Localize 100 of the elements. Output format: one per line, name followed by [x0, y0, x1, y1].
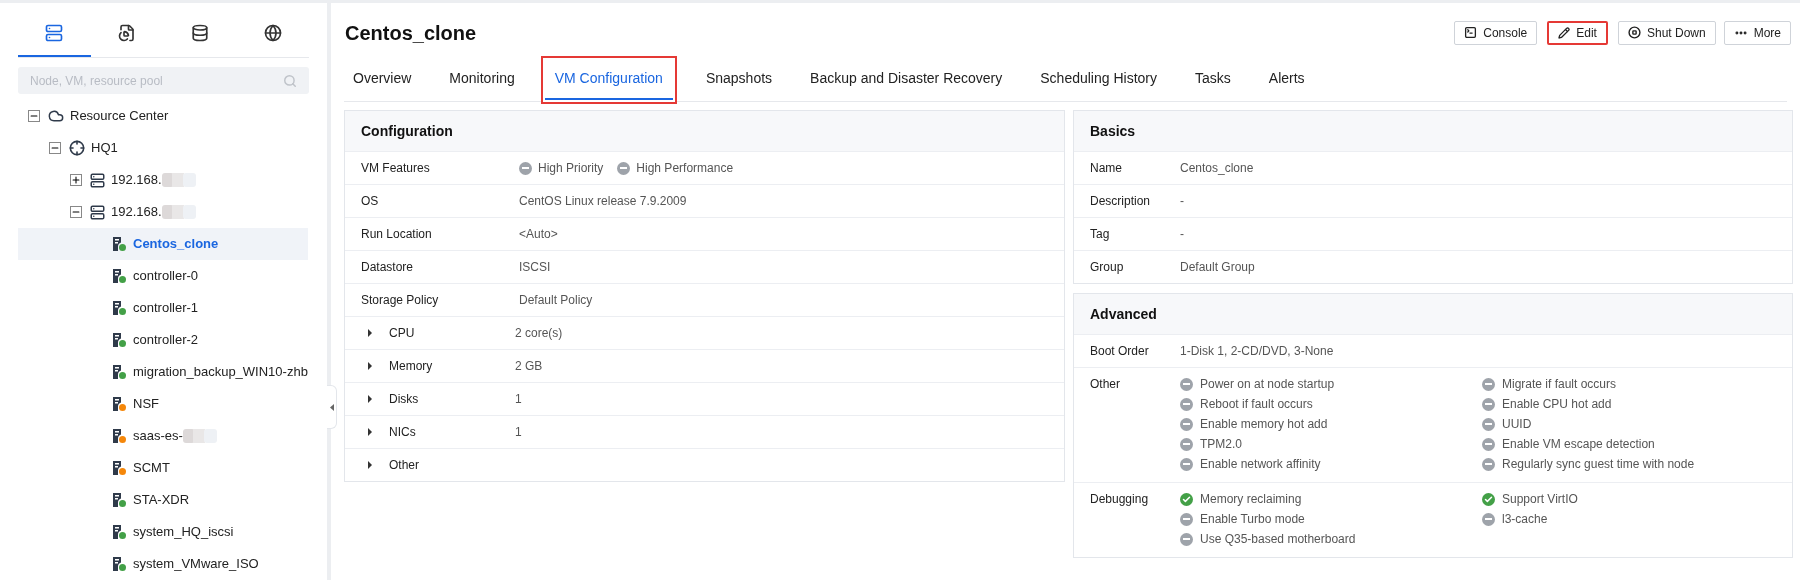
collapse-toggle[interactable]: [70, 206, 82, 218]
vm-icon: [111, 236, 127, 252]
vm-icon: [111, 332, 127, 348]
field-value: 1: [515, 391, 522, 408]
tab[interactable]: Backup and Disaster Recovery: [802, 59, 1011, 100]
action-button[interactable]: Console: [1454, 20, 1538, 45]
tree-item[interactable]: STA-XDR: [18, 484, 308, 516]
tree-label: Resource Center: [70, 107, 169, 126]
tree-item[interactable]: saas-es-: [18, 420, 308, 452]
expandable-row[interactable]: Memory 2 GB: [345, 349, 1064, 382]
tree-item[interactable]: system_VMware_ISO: [18, 548, 308, 580]
tree-item[interactable]: HQ1: [18, 132, 308, 164]
tab[interactable]: Overview: [345, 59, 420, 100]
option-label: TPM2.0: [1200, 436, 1242, 453]
expand-toggle[interactable]: [70, 174, 82, 186]
document-icon: [118, 24, 137, 42]
tree-label: controller-0: [133, 267, 199, 286]
field-label: Datastore: [361, 259, 415, 276]
field-value: Centos_clone: [1180, 160, 1254, 177]
tab[interactable]: Alerts: [1260, 59, 1313, 100]
field-label: Disks: [389, 391, 419, 408]
tree-item[interactable]: controller-2: [18, 324, 308, 356]
tree-item[interactable]: 192.168.: [18, 164, 308, 196]
tree-item[interactable]: system_HQ_iscsi: [18, 516, 308, 548]
feature-label: High Performance: [636, 160, 734, 177]
field-value: -: [1180, 193, 1184, 210]
field-label: OS: [361, 193, 380, 210]
tree-label: STA-XDR: [133, 491, 190, 510]
expandable-row[interactable]: Other: [345, 448, 1064, 481]
caret-left-icon: [329, 403, 334, 411]
tree-item[interactable]: Centos_clone: [18, 228, 308, 260]
field-value: <Auto>: [519, 226, 558, 243]
tree-label: controller-2: [133, 331, 199, 350]
option-label: Migrate if fault occurs: [1502, 376, 1617, 393]
field-value: 1-Disk 1, 2-CD/DVD, 3-None: [1180, 343, 1334, 360]
tree-label: system_HQ_iscsi: [133, 523, 234, 542]
tree-item[interactable]: controller-1: [18, 292, 308, 324]
field-label: Other: [389, 457, 419, 474]
database-icon: [190, 24, 209, 42]
tree-label: 192.168.: [111, 203, 162, 222]
field-value: 1: [515, 424, 522, 441]
vm-icon: [111, 364, 127, 380]
search-field[interactable]: Node, VM, resource pool: [18, 67, 309, 94]
vm-icon: [111, 428, 127, 444]
tree-label: 192.168.: [111, 171, 162, 190]
vm-icon: [111, 268, 127, 284]
field-label: Other: [1090, 376, 1121, 392]
expandable-row[interactable]: NICs 1: [345, 415, 1064, 448]
option-label: Power on at node startup: [1200, 376, 1335, 393]
tree-item[interactable]: controller-0: [18, 260, 308, 292]
field-value: CentOS Linux release 7.9.2009: [519, 193, 687, 210]
field-label: Run Location: [361, 226, 433, 243]
tab[interactable]: Scheduling History: [1032, 59, 1165, 100]
crosshair-icon: [69, 140, 85, 156]
console-icon: [1464, 26, 1478, 39]
field-value: 2 GB: [515, 358, 543, 375]
expandable-row[interactable]: Disks 1: [345, 382, 1064, 415]
tree-item[interactable]: 192.168.: [18, 196, 308, 228]
panel-title: Advanced: [1074, 294, 1792, 334]
pencil-icon: [1558, 26, 1571, 39]
action-button[interactable]: Shut Down: [1617, 20, 1716, 45]
tree-item[interactable]: NSF: [18, 388, 308, 420]
server-icon: [45, 24, 64, 42]
field-value: -: [1180, 226, 1184, 243]
option-label: Enable VM escape detection: [1502, 436, 1655, 453]
option-label: Enable Turbo mode: [1200, 511, 1305, 528]
action-button[interactable]: Edit: [1547, 20, 1608, 45]
tree-label: controller-1: [133, 299, 199, 318]
vm-icon: [111, 492, 127, 508]
collapse-toggle[interactable]: [28, 110, 40, 122]
tree-item[interactable]: Resource Center: [18, 100, 308, 132]
collapse-toggle[interactable]: [49, 142, 61, 154]
field-value: ISCSI: [519, 259, 551, 276]
option-label: Enable CPU hot add: [1502, 396, 1612, 413]
field-label: Debugging: [1090, 491, 1150, 507]
tree-label: SCMT: [133, 459, 170, 478]
tree-label: saas-es-: [133, 427, 183, 446]
option-label: Memory reclaiming: [1200, 491, 1302, 508]
action-button[interactable]: More: [1723, 20, 1791, 45]
field-label: Boot Order: [1090, 343, 1150, 360]
tab[interactable]: Monitoring: [441, 59, 523, 100]
server-icon: [90, 204, 105, 220]
field-label: VM Features: [361, 160, 431, 177]
option-label: UUID: [1502, 416, 1532, 433]
tab[interactable]: Snapshots: [697, 59, 781, 100]
expandable-row[interactable]: CPU 2 core(s): [345, 316, 1064, 349]
field-label: Memory: [389, 358, 433, 375]
field-label: Name: [1090, 160, 1123, 177]
option-label: l3-cache: [1502, 511, 1548, 528]
tree-label: system_VMware_ISO: [133, 555, 259, 574]
server-icon: [90, 172, 105, 188]
option-label: Use Q35-based motherboard: [1200, 531, 1356, 548]
field-label: Storage Policy: [361, 292, 440, 309]
panel-title: Configuration: [345, 111, 1064, 151]
tree-item[interactable]: SCMT: [18, 452, 308, 484]
tree-item[interactable]: migration_backup_WIN10-zhb: [18, 356, 308, 388]
tab[interactable]: Tasks: [1187, 59, 1239, 100]
tree-label: HQ1: [91, 139, 118, 158]
option-label: Support VirtIO: [1502, 491, 1578, 508]
cloud-icon: [48, 108, 64, 124]
